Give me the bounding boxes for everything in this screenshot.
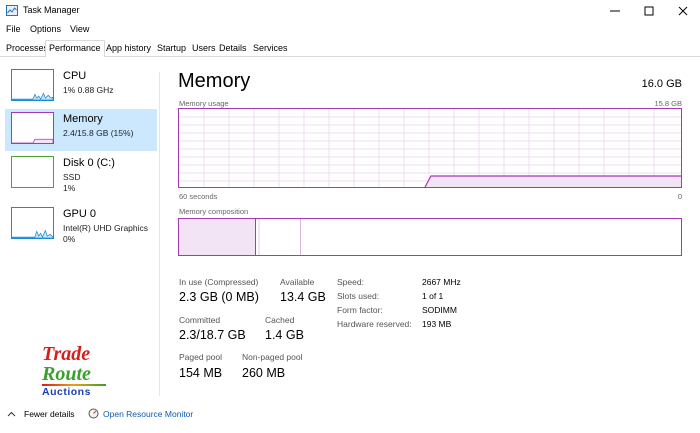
committed-label: Committed xyxy=(179,315,221,325)
sidebar-gpu-model: Intel(R) UHD Graphics xyxy=(63,223,149,233)
sidebar-memory-usage: 2.4/15.8 GB (15%) xyxy=(63,128,134,138)
sidebar-memory-title: Memory xyxy=(63,113,103,125)
sidebar-gpu-usage: 0% xyxy=(63,234,76,244)
maximize-icon xyxy=(644,6,654,16)
menu-bar: File Options View xyxy=(0,22,700,38)
sidebar-item-memory[interactable]: Memory 2.4/15.8 GB (15%) xyxy=(5,109,157,151)
speed-value: 2667 MHz xyxy=(422,277,461,287)
memory-thumbnail-graph xyxy=(11,112,54,144)
cached-value: 1.4 GB xyxy=(265,328,304,342)
page-title: Memory xyxy=(178,70,251,92)
chevron-up-icon xyxy=(7,411,16,417)
menu-file[interactable]: File xyxy=(6,24,21,34)
memory-composition-bar xyxy=(178,218,682,256)
memory-composition-label: Memory composition xyxy=(179,207,249,216)
memory-total: 16.0 GB xyxy=(641,78,682,90)
gpu-thumbnail-graph xyxy=(11,207,54,239)
window-title: Task Manager xyxy=(23,5,80,15)
logo-auctions: Auctions xyxy=(42,386,91,398)
hardware-reserved-value: 193 MB xyxy=(422,319,452,329)
sidebar-item-gpu[interactable]: GPU 0 Intel(R) UHD Graphics 0% xyxy=(5,204,157,246)
sidebar-disk-type: SSD xyxy=(63,172,81,182)
sidebar-disk-usage: 1% xyxy=(63,183,76,193)
disk-thumbnail-graph xyxy=(11,156,54,188)
memory-usage-label: Memory usage xyxy=(179,99,229,108)
fewer-details-label: Fewer details xyxy=(24,409,75,419)
paged-pool-label: Paged pool xyxy=(179,352,223,362)
trade-route-auctions-logo: Trade Route Auctions xyxy=(42,344,112,398)
title-bar: Task Manager xyxy=(0,0,700,22)
form-factor-value: SODIMM xyxy=(422,305,457,315)
paged-pool-value: 154 MB xyxy=(179,366,223,380)
committed-value: 2.3/18.7 GB xyxy=(179,328,246,342)
tab-bar: Processes Performance App history Startu… xyxy=(0,39,700,57)
cpu-thumbnail-graph xyxy=(11,69,54,101)
speed-label: Speed: xyxy=(337,277,364,287)
in-use-value: 2.3 GB (0 MB) xyxy=(179,290,259,304)
fewer-details-button[interactable]: Fewer details xyxy=(7,409,75,419)
slots-used-value: 1 of 1 xyxy=(422,291,444,301)
available-label: Available xyxy=(280,277,315,287)
minimize-button[interactable] xyxy=(598,0,632,22)
maximize-button[interactable] xyxy=(632,0,666,22)
form-factor-label: Form factor: xyxy=(337,305,383,315)
composition-modified xyxy=(258,219,260,255)
tab-app-history[interactable]: App history xyxy=(102,40,155,56)
sidebar-item-cpu[interactable]: CPU 1% 0.88 GHz xyxy=(5,66,157,108)
non-paged-pool-value: 260 MB xyxy=(242,366,286,380)
memory-usage-max: 15.8 GB xyxy=(654,99,682,108)
slots-used-label: Slots used: xyxy=(337,291,380,301)
sidebar-cpu-usage: 1% 0.88 GHz xyxy=(63,85,114,95)
footer: Fewer details Open Resource Monitor xyxy=(0,403,700,425)
available-value: 13.4 GB xyxy=(280,290,326,304)
menu-options[interactable]: Options xyxy=(30,24,61,34)
graph-time-right: 0 xyxy=(677,192,682,201)
minimize-icon xyxy=(610,10,620,12)
tab-performance[interactable]: Performance xyxy=(45,40,105,57)
composition-separator xyxy=(255,219,256,255)
close-button[interactable] xyxy=(666,0,700,22)
tab-startup[interactable]: Startup xyxy=(153,40,190,56)
memory-usage-graph xyxy=(178,108,682,188)
tab-services[interactable]: Services xyxy=(249,40,292,56)
in-use-label: In use (Compressed) xyxy=(179,277,259,287)
open-resource-monitor-label: Open Resource Monitor xyxy=(103,408,194,419)
sidebar-disk-title: Disk 0 (C:) xyxy=(63,157,115,169)
cached-label: Cached xyxy=(265,315,295,325)
resource-monitor-icon xyxy=(88,408,99,419)
close-icon xyxy=(678,6,688,16)
sidebar-cpu-title: CPU xyxy=(63,70,87,82)
task-manager-icon xyxy=(6,5,18,16)
composition-in-use xyxy=(179,219,255,255)
sidebar-item-disk[interactable]: Disk 0 (C:) SSD 1% xyxy=(5,153,157,195)
logo-trade: Trade xyxy=(42,343,91,365)
graph-time-left: 60 seconds xyxy=(179,192,218,201)
non-paged-pool-label: Non-paged pool xyxy=(242,352,303,362)
memory-usage-plot xyxy=(179,109,681,187)
tab-details[interactable]: Details xyxy=(215,40,251,56)
hardware-reserved-label: Hardware reserved: xyxy=(337,319,412,329)
sidebar-gpu-title: GPU 0 xyxy=(63,208,97,220)
sidebar-divider xyxy=(159,72,160,396)
composition-standby-edge xyxy=(300,219,301,255)
menu-view[interactable]: View xyxy=(70,24,89,34)
logo-route: Route xyxy=(42,363,91,385)
open-resource-monitor-link[interactable]: Open Resource Monitor xyxy=(88,408,193,419)
